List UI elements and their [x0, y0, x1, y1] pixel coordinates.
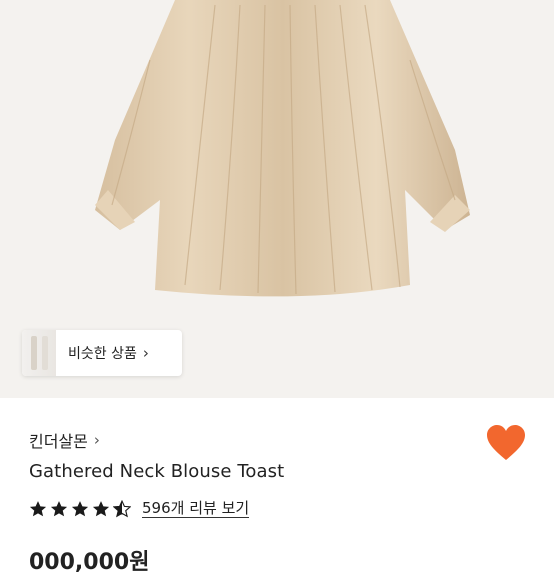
brand-link[interactable]: 킨더살몬 ›: [29, 428, 100, 452]
half-star-icon: [113, 500, 131, 518]
reviews-link[interactable]: 596개 리뷰 보기: [142, 500, 250, 518]
star-icon: [50, 501, 68, 517]
heart-icon[interactable]: [486, 425, 526, 461]
product-price: 000,000원: [29, 550, 150, 575]
similar-product-thumbnail: [22, 330, 56, 376]
similar-products-button[interactable]: 비슷한 상품 ›: [22, 330, 182, 376]
rating-row: 596개 리뷰 보기: [29, 500, 250, 518]
chevron-right-icon: ›: [93, 431, 100, 449]
star-icon: [29, 501, 47, 517]
star-icon: [92, 501, 110, 517]
star-rating: [29, 500, 134, 518]
product-title: Gathered Neck Blouse Toast: [29, 461, 285, 482]
chevron-right-icon: ›: [142, 344, 149, 362]
brand-name: 킨더살몬: [29, 432, 88, 451]
similar-products-label: 비슷한 상품: [68, 346, 137, 362]
star-icon: [71, 501, 89, 517]
